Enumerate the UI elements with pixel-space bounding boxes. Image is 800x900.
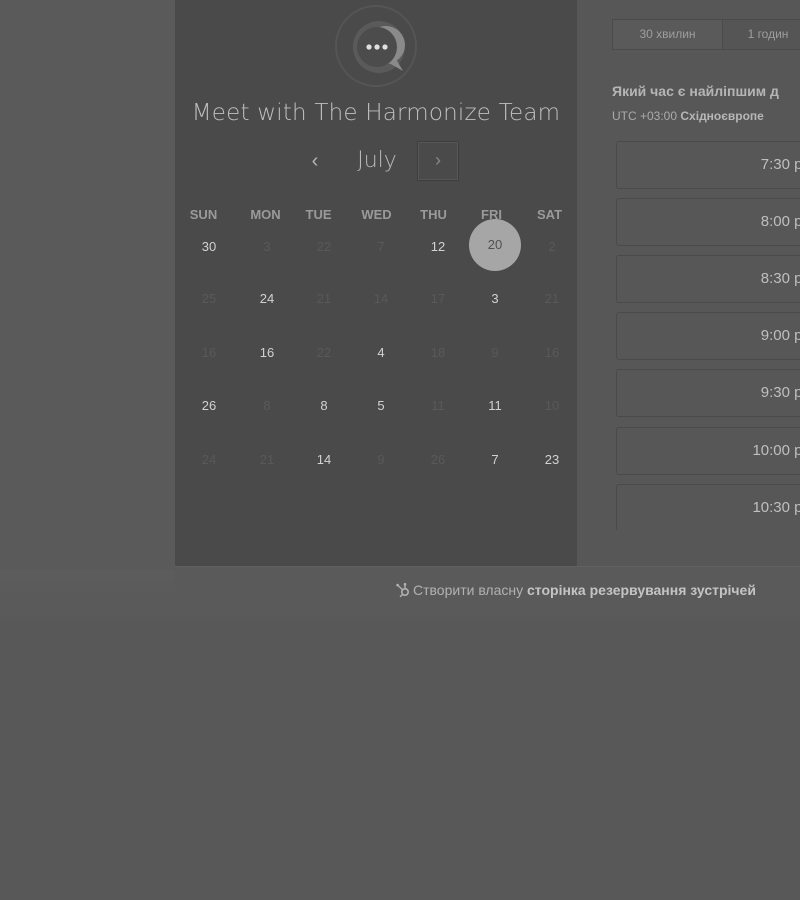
- calendar-day: 10: [544, 398, 560, 413]
- footer-prefix: Створити власну: [413, 582, 524, 598]
- calendar-day: 17: [430, 291, 446, 306]
- calendar-day: 16: [201, 345, 217, 360]
- calendar-day: 18: [430, 345, 446, 360]
- calendar-day: 9: [491, 345, 499, 360]
- chevron-left-icon: ‹: [311, 150, 319, 172]
- calendar-day[interactable]: 8: [298, 380, 350, 432]
- time-slot[interactable]: 10:00 pm: [616, 427, 800, 475]
- time-panel: 30 хвилин 1 годин Який час є найліпшим д…: [577, 0, 800, 566]
- calendar-day: 16: [544, 345, 560, 360]
- calendar-day: 21: [544, 291, 560, 306]
- chat-bubble-logo-icon: [353, 21, 405, 73]
- time-slot[interactable]: 8:00 pm: [616, 198, 800, 246]
- calendar-day[interactable]: 7: [469, 434, 521, 486]
- time-slot-label: 8:30 pm: [760, 270, 800, 287]
- weekday-sun: SUN: [189, 207, 218, 222]
- calendar-day[interactable]: 5: [355, 380, 407, 432]
- hubspot-sprocket-icon: [396, 582, 410, 598]
- footer-bold: сторінка резервування зустрічей: [527, 582, 756, 598]
- calendar-day[interactable]: 4: [355, 327, 407, 379]
- timezone-name: Східноєвропе: [680, 109, 764, 123]
- calendar-day[interactable]: 11: [469, 380, 521, 432]
- calendar-day: 21: [316, 291, 332, 306]
- time-slot-label: 9:30 pm: [760, 384, 800, 401]
- calendar-day: 9: [377, 452, 385, 467]
- duration-tab-30[interactable]: 30 хвилин: [613, 20, 722, 49]
- calendar-day: 2: [548, 239, 556, 254]
- duration-toggle: 30 хвилин 1 годин: [612, 19, 800, 50]
- calendar-panel: Meet with The Harmonize Team ‹ July › SU…: [175, 0, 577, 566]
- timezone-label[interactable]: UTC +03:00 Східноєвропе: [612, 109, 764, 123]
- weekday-mon: MON: [250, 207, 281, 222]
- weekday-wed: WED: [361, 207, 392, 222]
- calendar-day: 21: [259, 452, 275, 467]
- weekday-sat: SAT: [536, 207, 563, 222]
- time-slot-label: 10:00 pm: [752, 442, 800, 459]
- weekday-thu: THU: [420, 207, 447, 222]
- time-slot[interactable]: 10:30 pm: [616, 484, 800, 530]
- calendar-day[interactable]: 24: [241, 273, 293, 325]
- calendar-day: 8: [263, 398, 271, 413]
- calendar-day[interactable]: 26: [183, 380, 235, 432]
- page-backdrop-left: [0, 0, 175, 570]
- calendar-day: 3: [263, 239, 271, 254]
- time-slot-list[interactable]: 7:30 pm 8:00 pm 8:30 pm 9:00 pm 9:30 pm …: [577, 135, 800, 530]
- calendar-day: 7: [377, 239, 385, 254]
- duration-tab-60[interactable]: 1 годин: [723, 20, 800, 49]
- time-slot-label: 7:30 pm: [760, 156, 800, 173]
- time-slot[interactable]: 8:30 pm: [616, 255, 800, 303]
- time-slot[interactable]: 9:30 pm: [616, 369, 800, 417]
- next-month-button[interactable]: ›: [417, 141, 459, 181]
- create-booking-page-link[interactable]: Створити власну сторінка резервування зу…: [395, 582, 756, 598]
- calendar-day-selected[interactable]: 20: [469, 219, 521, 271]
- time-slot-label: 9:00 pm: [760, 327, 800, 344]
- calendar-day: 26: [430, 452, 446, 467]
- calendar-day: 22: [316, 239, 332, 254]
- calendar-day: 14: [373, 291, 389, 306]
- calendar-day: 25: [201, 291, 217, 306]
- time-slot-label: 10:30 pm: [752, 499, 800, 516]
- time-slot[interactable]: 9:00 pm: [616, 312, 800, 360]
- calendar-day[interactable]: 12: [412, 221, 464, 273]
- time-slot[interactable]: 7:30 pm: [616, 141, 800, 189]
- timezone-offset: UTC +03:00: [612, 109, 678, 123]
- calendar-day[interactable]: 30: [183, 221, 235, 273]
- calendar-day[interactable]: 16: [241, 327, 293, 379]
- footer: Створити власну сторінка резервування зу…: [175, 566, 800, 615]
- prev-month-button[interactable]: ‹: [301, 148, 329, 176]
- booking-title: Meet with The Harmonize Team: [191, 100, 561, 126]
- month-label: July: [357, 148, 397, 173]
- calendar-day: 22: [316, 345, 332, 360]
- calendar-day[interactable]: 3: [469, 273, 521, 325]
- time-slot-label: 8:00 pm: [760, 213, 800, 230]
- weekday-tue: TUE: [305, 207, 332, 222]
- calendar-day: 11: [431, 398, 445, 413]
- chevron-right-icon: ›: [435, 150, 441, 170]
- calendar-day[interactable]: 14: [298, 434, 350, 486]
- time-question: Який час є найліпшим д: [612, 83, 779, 99]
- calendar-day: 24: [201, 452, 217, 467]
- calendar-day[interactable]: 23: [526, 434, 578, 486]
